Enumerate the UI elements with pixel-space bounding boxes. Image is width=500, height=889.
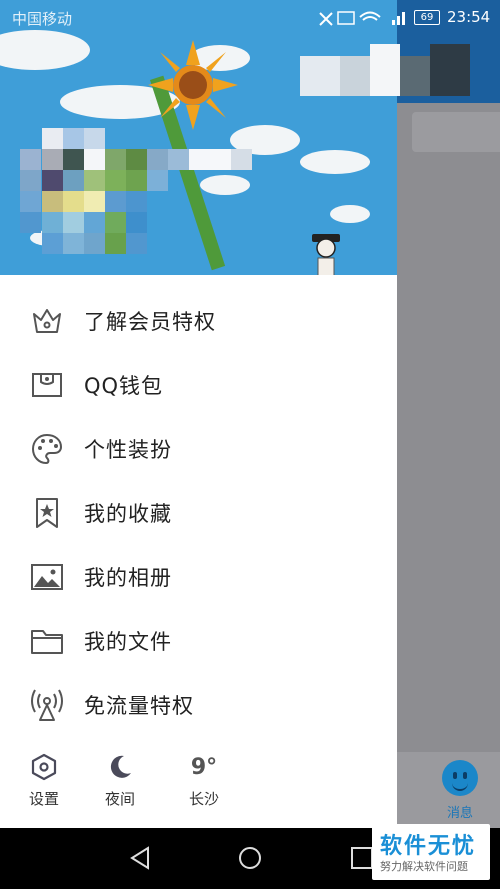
profile-cover[interactable] <box>0 0 397 275</box>
palette-icon <box>31 433 63 465</box>
child-drawing <box>312 234 340 275</box>
carrier-name: 中国移动 <box>12 10 73 28</box>
watermark-subtitle: 努力解决软件问题 <box>380 860 468 873</box>
recents-icon[interactable] <box>350 846 374 870</box>
night-mode-button[interactable]: 夜间 <box>90 750 150 809</box>
menu-item-files[interactable]: 我的文件 <box>0 608 397 672</box>
menu-item-theme[interactable]: 个性装扮 <box>0 416 397 480</box>
battery-indicator: 69 <box>414 10 440 25</box>
settings-hexagon-icon <box>31 753 57 781</box>
signal-tower-icon <box>31 689 63 721</box>
clock: 23:54 <box>447 8 491 26</box>
wallet-icon <box>32 373 62 397</box>
crown-icon <box>33 309 61 333</box>
settings-button[interactable]: 设置 <box>14 750 74 809</box>
menu-item-label: 个性装扮 <box>84 438 172 462</box>
moon-icon <box>110 755 131 778</box>
menu-item-album[interactable]: 我的相册 <box>0 544 397 608</box>
menu-item-wallet[interactable]: QQ钱包 <box>0 352 397 416</box>
menu-item-label: QQ钱包 <box>84 374 164 398</box>
menu-item-label: 我的收藏 <box>84 502 172 526</box>
drawer-bottom-bar: 设置 夜间 9° 长沙 <box>0 750 397 828</box>
menu-item-label: 我的相册 <box>84 566 172 590</box>
status-bar: 中国移动 69 23:54 <box>0 0 500 34</box>
side-drawer: 了解会员特权 QQ钱包 个性装扮 我的收藏 我的相册 我的文件 免流量特权 设置… <box>0 0 397 828</box>
menu-item-favorites[interactable]: 我的收藏 <box>0 480 397 544</box>
bookmark-star-icon <box>36 498 58 528</box>
menu-item-vip[interactable]: 了解会员特权 <box>0 288 397 352</box>
photo-album-icon <box>31 564 63 590</box>
watermark: 软件无忧 努力解决软件问题 <box>372 824 490 880</box>
folder-icon <box>31 630 63 654</box>
menu-item-label: 了解会员特权 <box>84 310 216 334</box>
home-icon[interactable] <box>238 846 262 870</box>
weather-button[interactable]: 9° 长沙 <box>174 750 234 809</box>
menu-item-label: 我的文件 <box>84 630 172 654</box>
night-label: 夜间 <box>104 790 135 808</box>
back-icon[interactable] <box>128 846 152 870</box>
status-icons <box>319 11 405 26</box>
watermark-title: 软件无忧 <box>380 834 477 859</box>
main-search-box <box>412 112 500 152</box>
settings-label: 设置 <box>28 790 59 808</box>
menu-item-free-data[interactable]: 免流量特权 <box>0 672 397 736</box>
messages-tab-icon[interactable] <box>442 760 478 796</box>
menu-item-label: 免流量特权 <box>84 694 194 718</box>
messages-tab-label[interactable]: 消息 <box>438 802 482 821</box>
weather-city: 长沙 <box>188 790 219 808</box>
weather-temperature: 9° <box>190 754 218 780</box>
sunflower-drawing <box>148 40 238 130</box>
